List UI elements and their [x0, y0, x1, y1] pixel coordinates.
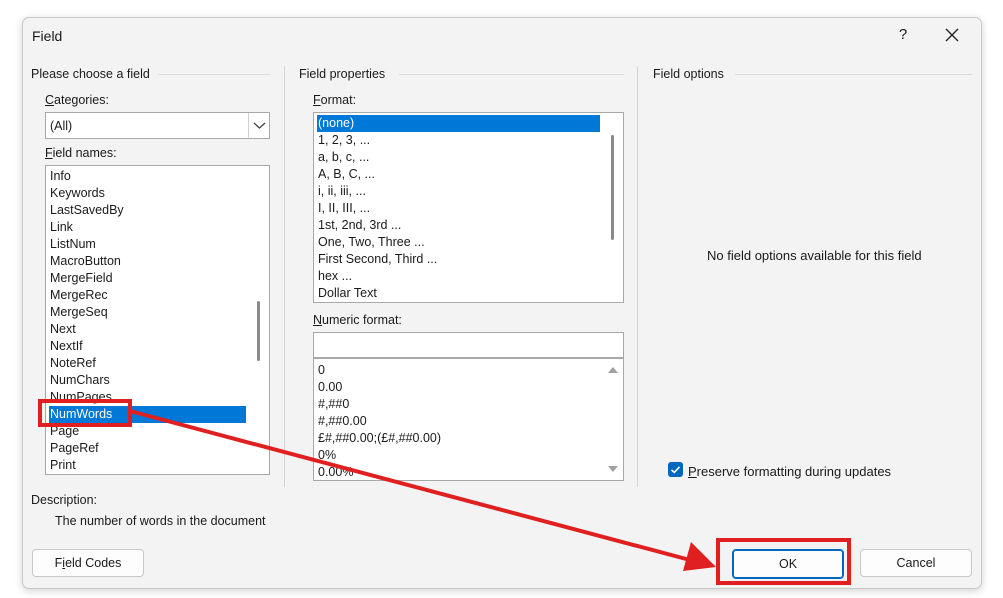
list-item[interactable]: Next — [49, 321, 246, 338]
list-item[interactable]: NoteRef — [49, 355, 246, 372]
scroll-thumb[interactable] — [257, 301, 260, 361]
list-item[interactable]: ListNum — [49, 236, 246, 253]
checkmark-icon — [670, 466, 681, 474]
divider — [158, 74, 270, 75]
ok-highlight-box — [716, 538, 851, 585]
format-list[interactable]: Dollar Text hex ... First Second, Third ..… — [313, 112, 624, 303]
list-item[interactable]: MergeSeq — [49, 304, 246, 321]
scroll-up-arrow-icon[interactable] — [608, 367, 618, 373]
field-properties-heading: Field properties — [299, 67, 386, 81]
description-text: The number of words in the document — [55, 514, 266, 528]
list-item[interactable]: 1st, 2nd, 3rd ... — [317, 217, 600, 234]
field-names-scrollbar[interactable] — [249, 166, 269, 474]
list-item[interactable]: 0% — [317, 447, 600, 464]
close-button[interactable] — [935, 22, 969, 48]
categories-dropdown[interactable]: (All) — [45, 112, 270, 139]
preserve-formatting-checkbox[interactable] — [668, 462, 683, 477]
scroll-down-arrow-icon[interactable] — [608, 466, 618, 472]
description-label: Description: — [31, 493, 97, 507]
format-label: Format: — [313, 93, 357, 107]
list-item[interactable]: LastSavedBy — [49, 202, 246, 219]
numeric-scrollbar[interactable] — [603, 359, 623, 480]
numeric-format-label: Numeric format: — [313, 313, 402, 327]
numeric-format-list[interactable]: 0.00% 0% £#,##0.00;(£#,##0.00) #,##0.00 #,##… — [313, 358, 624, 481]
separator — [637, 66, 638, 487]
list-item[interactable]: Print — [49, 457, 246, 474]
dropdown-button[interactable] — [248, 113, 269, 138]
preserve-formatting-label[interactable]: Preserve formatting during updates — [688, 464, 891, 479]
scroll-thumb[interactable] — [611, 135, 614, 240]
list-item[interactable]: NumChars — [49, 372, 246, 389]
format-scrollbar[interactable] — [603, 113, 623, 302]
choose-field-heading: Please choose a field — [31, 67, 150, 81]
list-item[interactable]: #,##0.00 — [317, 413, 600, 430]
numwords-highlight-box — [38, 399, 132, 427]
field-names-list[interactable]: Print PageRef Page NumWords NumPages NumChars… — [45, 165, 270, 475]
divider — [735, 74, 972, 75]
list-item[interactable]: 1, 2, 3, ... — [317, 132, 600, 149]
field-dialog: Field ? Please choose a field Categories… — [22, 17, 982, 589]
list-item[interactable]: i, ii, iii, ... — [317, 183, 600, 200]
list-item[interactable]: a, b, c, ... — [317, 149, 600, 166]
list-item[interactable]: I, II, III, ... — [317, 200, 600, 217]
list-item[interactable]: MergeField — [49, 270, 246, 287]
list-item[interactable]: #,##0 — [317, 396, 600, 413]
list-item[interactable]: A, B, C, ... — [317, 166, 600, 183]
help-button[interactable]: ? — [889, 22, 917, 48]
dialog-title: Field — [32, 28, 63, 44]
list-item[interactable]: (none) — [317, 115, 600, 132]
numeric-format-input[interactable] — [313, 332, 624, 358]
cancel-button[interactable]: Cancel — [860, 549, 972, 577]
list-item[interactable]: MergeRec — [49, 287, 246, 304]
categories-label: Categories: — [45, 93, 109, 107]
list-item[interactable]: 0.00% — [317, 464, 600, 480]
list-item[interactable]: hex ... — [317, 268, 600, 285]
list-item[interactable]: First Second, Third ... — [317, 251, 600, 268]
list-item[interactable]: Keywords — [49, 185, 246, 202]
no-options-message: No field options available for this fiel… — [707, 248, 922, 263]
field-options-heading: Field options — [653, 67, 724, 81]
list-item[interactable]: 0 — [317, 362, 600, 379]
list-item[interactable]: Info — [49, 168, 246, 185]
list-item[interactable]: £#,##0.00;(£#,##0.00) — [317, 430, 600, 447]
list-item[interactable]: MacroButton — [49, 253, 246, 270]
list-item[interactable]: One, Two, Three ... — [317, 234, 600, 251]
categories-value: (All) — [50, 119, 73, 133]
chevron-down-icon — [253, 122, 266, 129]
close-icon — [945, 28, 959, 42]
list-item[interactable]: Link — [49, 219, 246, 236]
field-codes-button[interactable]: Field Codes — [32, 549, 144, 577]
list-item[interactable]: NextIf — [49, 338, 246, 355]
separator — [284, 66, 285, 487]
list-item[interactable]: 0.00 — [317, 379, 600, 396]
list-item[interactable]: PageRef — [49, 440, 246, 457]
divider — [399, 74, 624, 75]
field-names-label: Field names: — [45, 146, 117, 160]
list-item[interactable]: Dollar Text — [317, 285, 600, 302]
